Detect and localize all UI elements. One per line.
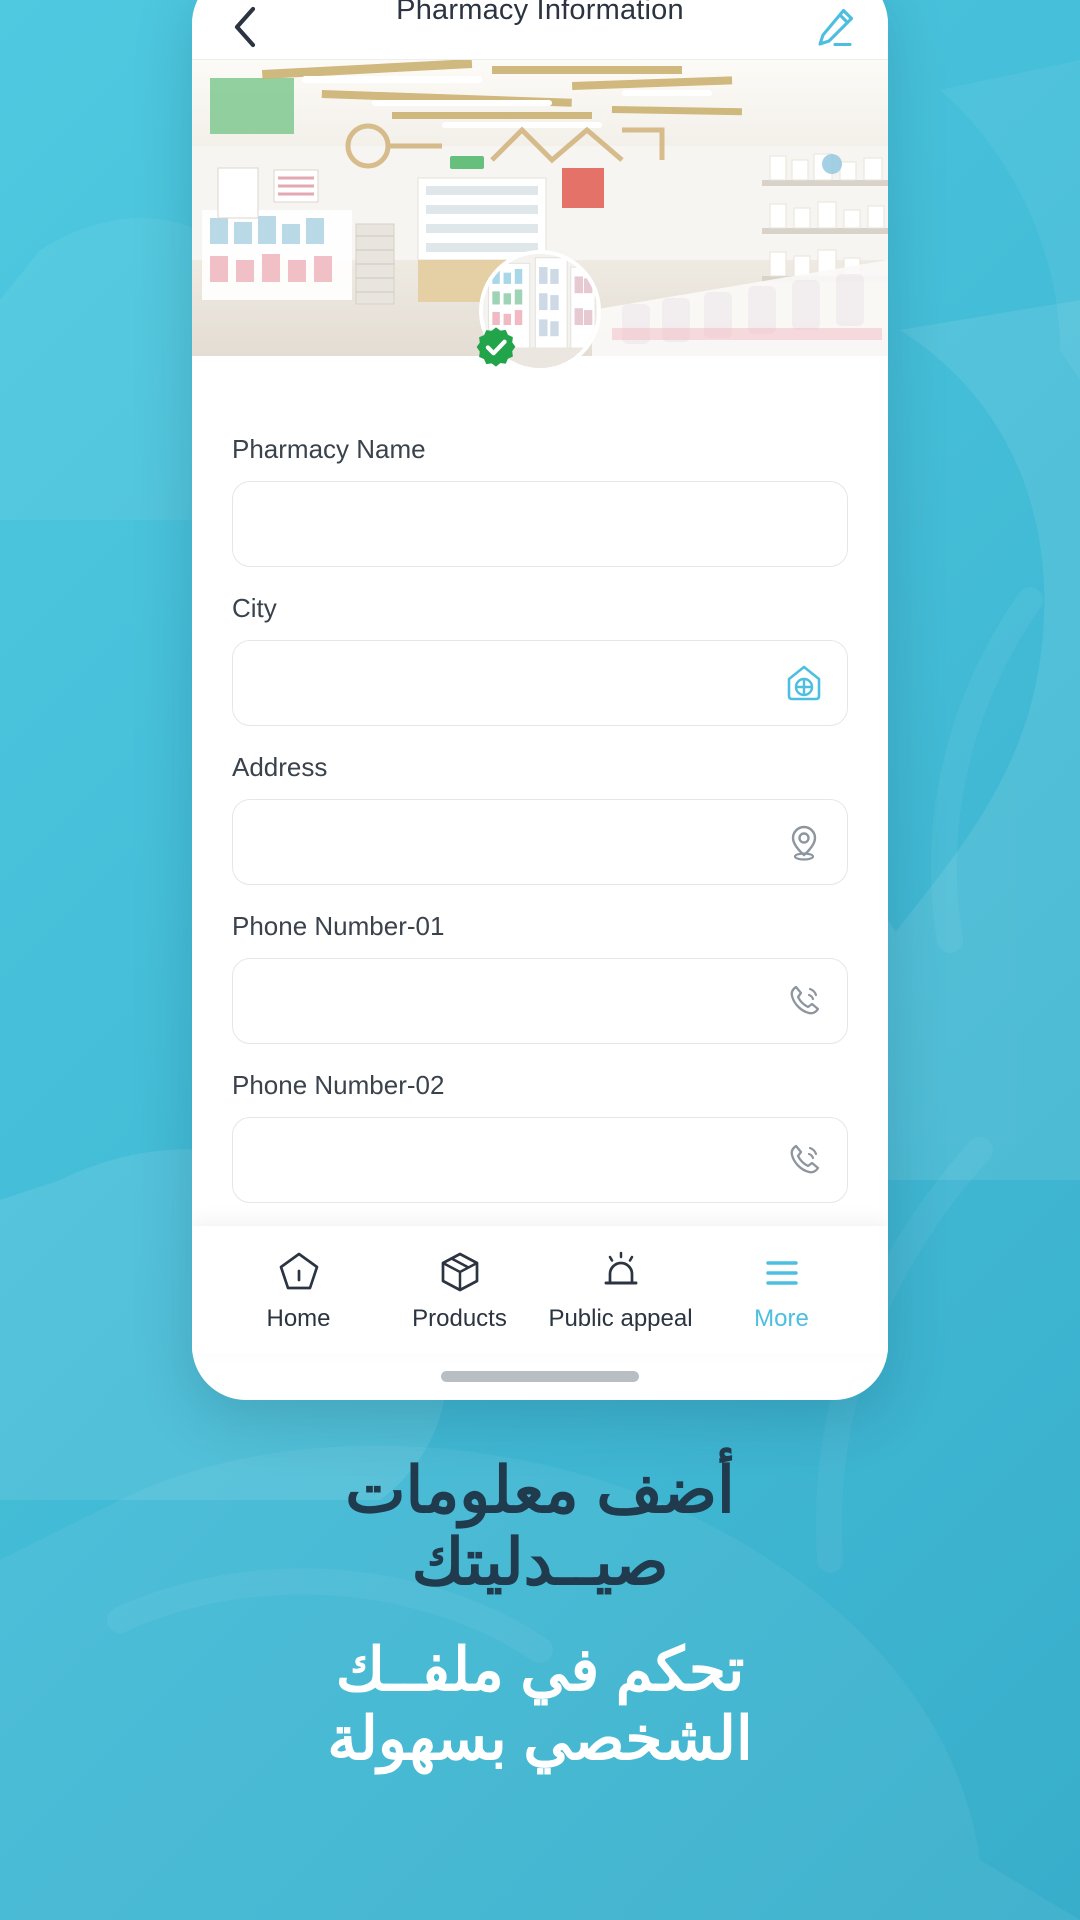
label-city: City xyxy=(232,593,277,623)
back-button[interactable] xyxy=(218,0,272,54)
home-indicator[interactable] xyxy=(441,1371,639,1382)
promo-headline-dark-line1: أضف معلومات xyxy=(345,1454,735,1526)
promo-headline-dark-line2: صيــدليتك xyxy=(411,1525,669,1598)
promo-headline-light: تحكم في ملفــك الشخصي بسهولة xyxy=(0,1635,1080,1773)
address-input[interactable] xyxy=(255,800,825,884)
promo-headline-light-line1: تحكم في ملفــك xyxy=(335,1636,745,1703)
phone-02-input[interactable] xyxy=(255,1118,825,1202)
label-phone-01: Phone Number-01 xyxy=(232,911,445,941)
edit-button[interactable] xyxy=(808,0,862,54)
pencil-edit-icon xyxy=(818,8,854,46)
city-input[interactable] xyxy=(255,641,825,725)
phone-call-icon[interactable] xyxy=(781,978,827,1024)
field-phone-01: Phone Number-01 xyxy=(232,911,848,1044)
bottom-navigation: Home Products Public appeal More xyxy=(192,1226,888,1354)
input-wrapper-city[interactable] xyxy=(232,640,848,726)
phone-01-input[interactable] xyxy=(255,959,825,1043)
nav-item-public-appeal[interactable]: Public appeal xyxy=(540,1247,701,1333)
input-wrapper-phone-01[interactable] xyxy=(232,958,848,1044)
phone-mockup: Pharmacy Information Pharmacy Name City … xyxy=(192,0,888,1400)
input-wrapper-phone-02[interactable] xyxy=(232,1117,848,1203)
nav-label-public-appeal: Public appeal xyxy=(548,1305,693,1332)
field-phone-02: Phone Number-02 xyxy=(232,1070,848,1203)
nav-label-more: More xyxy=(754,1305,809,1332)
label-phone-02: Phone Number-02 xyxy=(232,1070,445,1100)
avatar-container[interactable] xyxy=(476,250,601,372)
nav-item-home[interactable]: Home xyxy=(218,1247,379,1333)
field-city: City xyxy=(232,593,848,726)
alarm-siren-icon xyxy=(598,1247,644,1295)
nav-label-home: Home xyxy=(266,1305,331,1332)
chevron-left-icon xyxy=(234,6,256,47)
input-wrapper-pharmacy-name[interactable] xyxy=(232,481,848,567)
home-pentagon-icon xyxy=(276,1247,322,1295)
nav-item-products[interactable]: Products xyxy=(379,1247,540,1333)
promo-headline-dark: أضف معلومات صيــدليتك xyxy=(0,1454,1080,1598)
phone-call-icon[interactable] xyxy=(781,1137,827,1183)
nav-item-more[interactable]: More xyxy=(701,1247,862,1333)
promo-headline-light-line2: الشخصي بسهولة xyxy=(327,1705,753,1772)
verified-check-badge xyxy=(476,327,516,367)
hamburger-menu-icon xyxy=(759,1247,805,1295)
field-pharmacy-name: Pharmacy Name xyxy=(232,434,848,567)
pharmacy-name-input[interactable] xyxy=(255,482,825,566)
pharmacy-form: Pharmacy Name City Address Phone Number-… xyxy=(192,356,888,1203)
input-wrapper-address[interactable] xyxy=(232,799,848,885)
label-pharmacy-name: Pharmacy Name xyxy=(232,434,426,464)
building-home-icon[interactable] xyxy=(781,660,827,706)
location-pin-icon[interactable] xyxy=(781,819,827,865)
page-title: Pharmacy Information xyxy=(396,0,684,26)
label-address: Address xyxy=(232,752,328,782)
nav-label-products: Products xyxy=(412,1305,507,1332)
package-box-icon xyxy=(437,1247,483,1295)
app-header: Pharmacy Information xyxy=(192,0,888,60)
field-address: Address xyxy=(232,752,848,885)
